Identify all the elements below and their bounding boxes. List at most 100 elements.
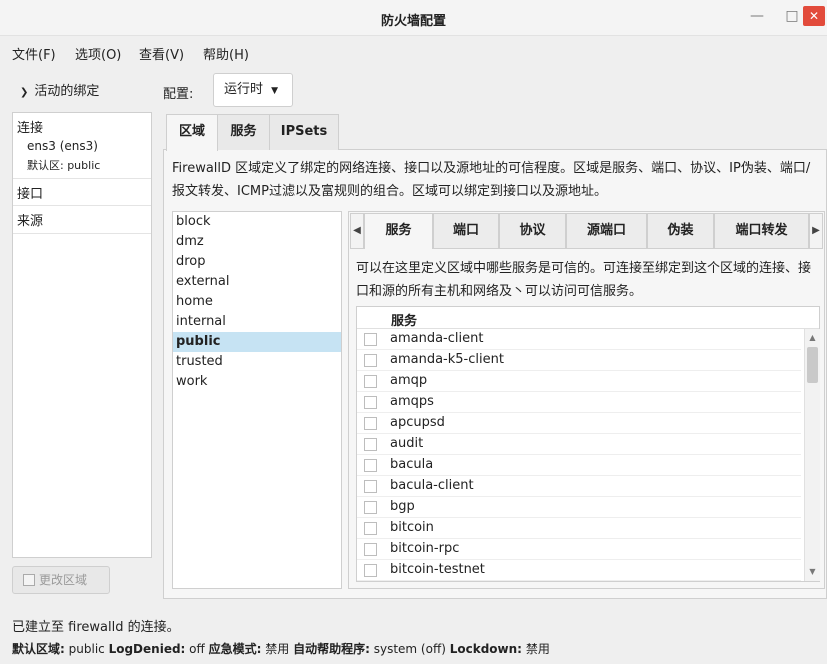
zone-item[interactable]: work: [173, 372, 341, 392]
service-name: bitcoin-rpc: [390, 541, 460, 556]
menu-file[interactable]: 文件(F): [12, 44, 56, 63]
service-name: bitcoin-testnet: [390, 562, 485, 577]
connection-item[interactable]: ens3 (ens3): [27, 139, 98, 153]
inner-tab-masquerade[interactable]: 伪装: [647, 213, 714, 249]
log-denied-value: off: [189, 642, 205, 656]
service-checkbox[interactable]: [364, 564, 377, 577]
scroll-down-icon[interactable]: ▼: [805, 565, 820, 579]
active-bindings-label: 活动的绑定: [34, 84, 100, 99]
panic-mode-label: 应急模式:: [208, 642, 262, 656]
zone-item[interactable]: drop: [173, 252, 341, 272]
zone-item[interactable]: internal: [173, 312, 341, 332]
zone-item[interactable]: home: [173, 292, 341, 312]
panic-mode-value: 禁用: [265, 642, 290, 656]
menu-bar: 文件(F) 选项(O) 查看(V) 帮助(H): [0, 38, 827, 64]
chevron-down-icon: ❯: [20, 87, 29, 98]
log-denied-label: LogDenied:: [108, 642, 186, 656]
connections-header: 连接: [17, 121, 44, 136]
service-name: bgp: [390, 499, 415, 514]
service-row[interactable]: amqp: [357, 371, 801, 392]
service-checkbox[interactable]: [364, 333, 377, 346]
service-checkbox[interactable]: [364, 459, 377, 472]
service-checkbox[interactable]: [364, 501, 377, 514]
services-list[interactable]: 服务 amanda-client amanda-k5-client amqp a…: [356, 306, 820, 582]
zone-item[interactable]: dmz: [173, 232, 341, 252]
tabs-scroll-left-icon[interactable]: ◀: [350, 213, 364, 249]
service-checkbox[interactable]: [364, 396, 377, 409]
dropdown-arrow-icon: ▼: [271, 86, 279, 96]
service-name: apcupsd: [390, 415, 445, 430]
sources-header: 来源: [17, 214, 44, 229]
menu-options[interactable]: 选项(O): [75, 44, 121, 63]
services-description: 可以在这里定义区域中哪些服务是可信的。可连接至绑定到这个区域的连接、接口和源的所…: [356, 261, 812, 299]
menu-help[interactable]: 帮助(H): [203, 44, 249, 63]
inner-tab-services[interactable]: 服务: [364, 213, 433, 249]
config-dropdown[interactable]: 运行时 ▼: [213, 73, 293, 107]
zone-item-selected[interactable]: public: [173, 332, 341, 352]
tab-ipsets[interactable]: IPSets: [269, 114, 339, 150]
service-row[interactable]: amqps: [357, 392, 801, 413]
interfaces-section: 接口: [13, 179, 151, 206]
service-row[interactable]: bacula: [357, 455, 801, 476]
change-zone-button[interactable]: 更改区域: [12, 566, 110, 594]
title-bar: 防火墙配置 — □ ✕: [0, 0, 827, 36]
service-checkbox[interactable]: [364, 417, 377, 430]
zone-description: FirewallD 区域定义了绑定的网络连接、接口以及源地址的可信程度。区域是服…: [172, 161, 811, 199]
bindings-panel: 连接 ens3 (ens3) 默认区: public 接口 来源: [12, 112, 152, 558]
zone-item[interactable]: trusted: [173, 352, 341, 372]
edit-icon: [23, 574, 35, 586]
connection-zone: 默认区: public: [27, 159, 101, 172]
service-name: amqp: [390, 373, 428, 388]
service-row[interactable]: bitcoin-rpc: [357, 539, 801, 560]
maximize-button[interactable]: □: [780, 6, 804, 26]
service-name: amanda-client: [390, 331, 484, 346]
service-row[interactable]: bitcoin: [357, 518, 801, 539]
service-name: bacula: [390, 457, 434, 472]
services-header-label: 服务: [391, 314, 418, 329]
menu-view[interactable]: 查看(V): [139, 44, 184, 63]
service-row[interactable]: bacula-client: [357, 476, 801, 497]
zone-item[interactable]: external: [173, 272, 341, 292]
scroll-thumb[interactable]: [807, 347, 818, 383]
service-row[interactable]: audit: [357, 434, 801, 455]
service-row[interactable]: bitcoin-testnet: [357, 560, 801, 581]
service-checkbox[interactable]: [364, 480, 377, 493]
connection-status: 已建立至 firewalld 的连接。: [12, 620, 180, 635]
service-row[interactable]: bgp: [357, 497, 801, 518]
service-checkbox[interactable]: [364, 438, 377, 451]
service-name: bitcoin: [390, 520, 434, 535]
service-checkbox[interactable]: [364, 375, 377, 388]
services-column-header[interactable]: 服务: [357, 307, 819, 329]
zone-list[interactable]: block dmz drop external home internal pu…: [172, 211, 342, 589]
tabs-scroll-right-icon[interactable]: ▶: [809, 213, 823, 249]
close-button[interactable]: ✕: [803, 6, 825, 26]
inner-tab-protocols[interactable]: 协议: [499, 213, 566, 249]
inner-tab-port-forward[interactable]: 端口转发: [714, 213, 809, 249]
tab-services[interactable]: 服务: [217, 114, 270, 150]
service-row[interactable]: amanda-client: [357, 329, 801, 350]
services-scrollbar[interactable]: ▲ ▼: [804, 329, 820, 581]
active-bindings-toggle[interactable]: ❯ 活动的绑定: [20, 80, 99, 99]
zone-item[interactable]: block: [173, 212, 341, 232]
default-zone-label: 默认区域:: [12, 642, 65, 656]
service-name: audit: [390, 436, 424, 451]
connections-section: 连接 ens3 (ens3) 默认区: public: [13, 113, 151, 179]
lockdown-value: 禁用: [525, 642, 550, 656]
tab-zones[interactable]: 区域: [166, 114, 218, 151]
inner-tab-ports[interactable]: 端口: [433, 213, 499, 249]
service-checkbox[interactable]: [364, 354, 377, 367]
service-checkbox[interactable]: [364, 543, 377, 556]
status-bar: 默认区域: public LogDenied: off 应急模式: 禁用 自动帮…: [12, 640, 550, 657]
service-checkbox[interactable]: [364, 522, 377, 535]
window-title: 防火墙配置: [380, 14, 446, 29]
config-label: 配置:: [163, 87, 194, 102]
scroll-up-icon[interactable]: ▲: [805, 331, 820, 345]
sources-section: 来源: [13, 206, 151, 234]
service-name: bacula-client: [390, 478, 474, 493]
service-name: amanda-k5-client: [390, 352, 504, 367]
service-row[interactable]: amanda-k5-client: [357, 350, 801, 371]
inner-tab-source-ports[interactable]: 源端口: [566, 213, 647, 249]
config-value: 运行时: [224, 82, 264, 97]
service-row[interactable]: apcupsd: [357, 413, 801, 434]
minimize-button[interactable]: —: [745, 6, 769, 26]
